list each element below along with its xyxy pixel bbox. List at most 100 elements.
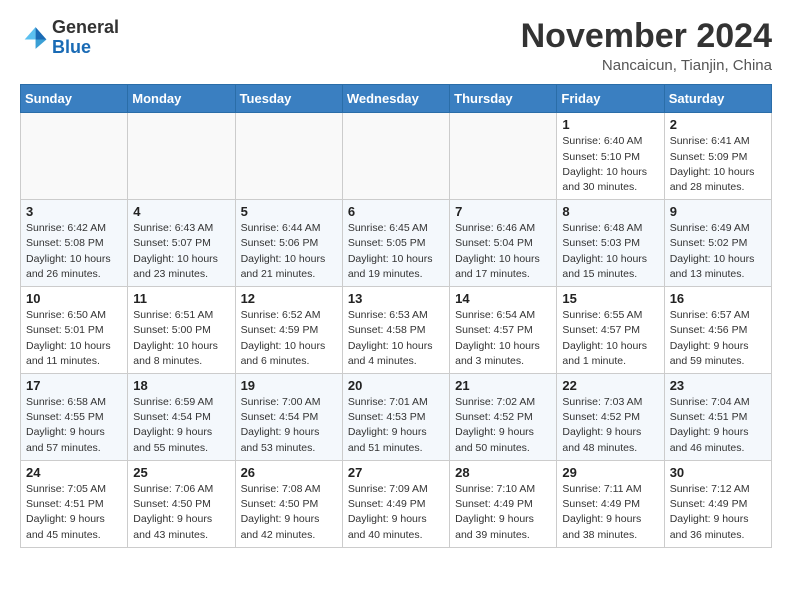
calendar-cell: 8 Sunrise: 6:48 AM Sunset: 5:03 PM Daylig…	[557, 200, 664, 287]
day-number: 19	[241, 378, 337, 393]
day-detail: Sunrise: 7:04 AM Sunset: 4:51 PM Dayligh…	[670, 395, 766, 456]
day-number: 17	[26, 378, 122, 393]
day-detail: Sunrise: 6:52 AM Sunset: 4:59 PM Dayligh…	[241, 308, 337, 369]
day-detail: Sunrise: 6:54 AM Sunset: 4:57 PM Dayligh…	[455, 308, 551, 369]
calendar-cell	[235, 113, 342, 200]
day-number: 30	[670, 465, 766, 480]
weekday-thursday: Thursday	[450, 85, 557, 113]
calendar-cell: 11Sunrise: 6:51 AM Sunset: 5:00 PM Dayli…	[128, 287, 235, 374]
calendar-cell: 4 Sunrise: 6:43 AM Sunset: 5:07 PM Daylig…	[128, 200, 235, 287]
day-number: 3	[26, 204, 122, 219]
calendar-cell: 16Sunrise: 6:57 AM Sunset: 4:56 PM Dayli…	[664, 287, 771, 374]
calendar-cell: 23 Sunrise: 7:04 AM Sunset: 4:51 PM Dayli…	[664, 374, 771, 461]
day-number: 27	[348, 465, 444, 480]
day-number: 9	[670, 204, 766, 219]
day-number: 26	[241, 465, 337, 480]
day-detail: Sunrise: 6:45 AM Sunset: 5:05 PM Dayligh…	[348, 221, 444, 282]
calendar-cell: 13Sunrise: 6:53 AM Sunset: 4:58 PM Dayli…	[342, 287, 449, 374]
weekday-monday: Monday	[128, 85, 235, 113]
day-detail: Sunrise: 6:46 AM Sunset: 5:04 PM Dayligh…	[455, 221, 551, 282]
day-number: 23	[670, 378, 766, 393]
logo-general: General	[52, 17, 119, 37]
day-detail: Sunrise: 6:49 AM Sunset: 5:02 PM Dayligh…	[670, 221, 766, 282]
header: General Blue November 2024 Nancaicun, Ti…	[20, 18, 772, 74]
calendar-cell: 19Sunrise: 7:00 AM Sunset: 4:54 PM Dayli…	[235, 374, 342, 461]
calendar-cell: 30 Sunrise: 7:12 AM Sunset: 4:49 PM Dayli…	[664, 460, 771, 547]
day-number: 1	[562, 117, 658, 132]
day-detail: Sunrise: 7:12 AM Sunset: 4:49 PM Dayligh…	[670, 482, 766, 543]
calendar-cell: 27 Sunrise: 7:09 AM Sunset: 4:49 PM Dayli…	[342, 460, 449, 547]
day-number: 14	[455, 291, 551, 306]
calendar-cell: 3 Sunrise: 6:42 AM Sunset: 5:08 PM Daylig…	[21, 200, 128, 287]
weekday-saturday: Saturday	[664, 85, 771, 113]
weekday-wednesday: Wednesday	[342, 85, 449, 113]
day-number: 2	[670, 117, 766, 132]
day-number: 5	[241, 204, 337, 219]
day-detail: Sunrise: 6:50 AM Sunset: 5:01 PM Dayligh…	[26, 308, 122, 369]
calendar-cell: 21 Sunrise: 7:02 AM Sunset: 4:52 PM Dayli…	[450, 374, 557, 461]
day-number: 10	[26, 291, 122, 306]
week-row-1: 1 Sunrise: 6:40 AM Sunset: 5:10 PM Daylig…	[21, 113, 772, 200]
day-detail: Sunrise: 6:44 AM Sunset: 5:06 PM Dayligh…	[241, 221, 337, 282]
week-row-2: 3 Sunrise: 6:42 AM Sunset: 5:08 PM Daylig…	[21, 200, 772, 287]
day-detail: Sunrise: 7:02 AM Sunset: 4:52 PM Dayligh…	[455, 395, 551, 456]
day-detail: Sunrise: 6:59 AM Sunset: 4:54 PM Dayligh…	[133, 395, 229, 456]
calendar-cell: 28 Sunrise: 7:10 AM Sunset: 4:49 PM Dayli…	[450, 460, 557, 547]
day-number: 22	[562, 378, 658, 393]
calendar-cell	[342, 113, 449, 200]
weekday-friday: Friday	[557, 85, 664, 113]
calendar-cell: 20Sunrise: 7:01 AM Sunset: 4:53 PM Dayli…	[342, 374, 449, 461]
week-row-5: 24Sunrise: 7:05 AM Sunset: 4:51 PM Dayli…	[21, 460, 772, 547]
page: General Blue November 2024 Nancaicun, Ti…	[0, 0, 792, 562]
day-detail: Sunrise: 7:09 AM Sunset: 4:49 PM Dayligh…	[348, 482, 444, 543]
day-detail: Sunrise: 7:08 AM Sunset: 4:50 PM Dayligh…	[241, 482, 337, 543]
day-number: 29	[562, 465, 658, 480]
day-detail: Sunrise: 6:41 AM Sunset: 5:09 PM Dayligh…	[670, 134, 766, 195]
day-number: 15	[562, 291, 658, 306]
day-number: 6	[348, 204, 444, 219]
day-detail: Sunrise: 6:57 AM Sunset: 4:56 PM Dayligh…	[670, 308, 766, 369]
calendar-cell: 10 Sunrise: 6:50 AM Sunset: 5:01 PM Dayli…	[21, 287, 128, 374]
week-row-3: 10 Sunrise: 6:50 AM Sunset: 5:01 PM Dayli…	[21, 287, 772, 374]
day-detail: Sunrise: 6:42 AM Sunset: 5:08 PM Dayligh…	[26, 221, 122, 282]
day-number: 13	[348, 291, 444, 306]
calendar-cell	[128, 113, 235, 200]
day-number: 24	[26, 465, 122, 480]
calendar-cell: 1 Sunrise: 6:40 AM Sunset: 5:10 PM Daylig…	[557, 113, 664, 200]
calendar: SundayMondayTuesdayWednesdayThursdayFrid…	[20, 84, 772, 547]
day-number: 4	[133, 204, 229, 219]
calendar-cell: 6 Sunrise: 6:45 AM Sunset: 5:05 PM Daylig…	[342, 200, 449, 287]
day-detail: Sunrise: 7:10 AM Sunset: 4:49 PM Dayligh…	[455, 482, 551, 543]
calendar-cell: 9 Sunrise: 6:49 AM Sunset: 5:02 PM Daylig…	[664, 200, 771, 287]
day-number: 7	[455, 204, 551, 219]
logo-icon	[20, 24, 48, 52]
day-detail: Sunrise: 7:03 AM Sunset: 4:52 PM Dayligh…	[562, 395, 658, 456]
weekday-header-row: SundayMondayTuesdayWednesdayThursdayFrid…	[21, 85, 772, 113]
day-number: 28	[455, 465, 551, 480]
day-number: 8	[562, 204, 658, 219]
calendar-cell: 7 Sunrise: 6:46 AM Sunset: 5:04 PM Daylig…	[450, 200, 557, 287]
calendar-cell: 18 Sunrise: 6:59 AM Sunset: 4:54 PM Dayli…	[128, 374, 235, 461]
logo-text: General Blue	[52, 18, 119, 58]
day-detail: Sunrise: 6:58 AM Sunset: 4:55 PM Dayligh…	[26, 395, 122, 456]
logo-blue: Blue	[52, 37, 91, 57]
title-block: November 2024 Nancaicun, Tianjin, China	[521, 18, 772, 74]
day-number: 18	[133, 378, 229, 393]
calendar-cell: 29 Sunrise: 7:11 AM Sunset: 4:49 PM Dayli…	[557, 460, 664, 547]
day-number: 12	[241, 291, 337, 306]
calendar-cell: 26 Sunrise: 7:08 AM Sunset: 4:50 PM Dayli…	[235, 460, 342, 547]
day-detail: Sunrise: 6:48 AM Sunset: 5:03 PM Dayligh…	[562, 221, 658, 282]
day-detail: Sunrise: 6:40 AM Sunset: 5:10 PM Dayligh…	[562, 134, 658, 195]
day-detail: Sunrise: 7:11 AM Sunset: 4:49 PM Dayligh…	[562, 482, 658, 543]
day-number: 25	[133, 465, 229, 480]
month-title: November 2024	[521, 18, 772, 55]
day-detail: Sunrise: 6:55 AM Sunset: 4:57 PM Dayligh…	[562, 308, 658, 369]
weekday-sunday: Sunday	[21, 85, 128, 113]
calendar-cell	[21, 113, 128, 200]
calendar-cell: 25 Sunrise: 7:06 AM Sunset: 4:50 PM Dayli…	[128, 460, 235, 547]
day-detail: Sunrise: 6:43 AM Sunset: 5:07 PM Dayligh…	[133, 221, 229, 282]
day-number: 21	[455, 378, 551, 393]
location: Nancaicun, Tianjin, China	[521, 57, 772, 74]
day-number: 20	[348, 378, 444, 393]
day-detail: Sunrise: 7:06 AM Sunset: 4:50 PM Dayligh…	[133, 482, 229, 543]
